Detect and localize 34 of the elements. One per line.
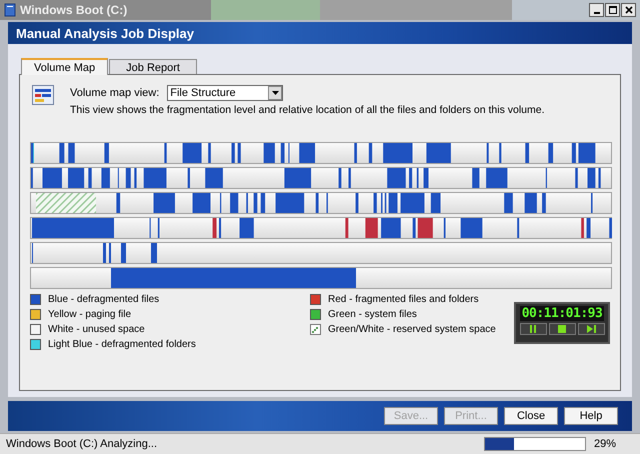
view-label: Volume map view: <box>70 87 160 99</box>
legend-label: Green/White - reserved system space <box>328 324 496 335</box>
hatched-swatch <box>310 324 321 335</box>
pause-button[interactable] <box>520 323 546 335</box>
dialog-button[interactable]: Close <box>504 407 558 425</box>
stop-icon <box>558 325 566 333</box>
window-icon <box>4 3 16 17</box>
maximize-button[interactable] <box>605 3 620 17</box>
progress-reading: 29% <box>594 438 618 450</box>
legend-label: Red - fragmented files and folders <box>328 294 479 305</box>
legend-label: Yellow - paging file <box>48 309 132 320</box>
legend-label: White - unused space <box>48 324 145 335</box>
caret-icon <box>272 91 279 95</box>
skip-button[interactable] <box>578 323 604 335</box>
status-text: Windows Boot (C:) Analyzing... <box>6 438 158 450</box>
maximize-icon <box>608 6 616 14</box>
skip-next-icon <box>586 325 596 333</box>
stop-button[interactable] <box>548 323 576 335</box>
window-title: Windows Boot (C:) <box>20 3 128 17</box>
volume-map-icon <box>32 85 54 105</box>
close-icon <box>624 6 632 14</box>
timer-display: 00:11:01:93 <box>520 306 604 321</box>
legend-label: Light Blue - defragmented folders <box>48 339 196 350</box>
legend-label: Green - system files <box>328 309 417 320</box>
view-dropdown[interactable]: File Structure <box>167 85 284 101</box>
tab[interactable]: Job Report <box>109 59 197 74</box>
close-button[interactable] <box>621 3 636 17</box>
dialog-button[interactable]: Help <box>564 407 618 425</box>
pause-icon <box>529 325 537 333</box>
tab[interactable]: Volume Map <box>21 58 108 75</box>
legend-label: Blue - defragmented files <box>48 294 160 305</box>
view-description: This view shows the fragmentation level and relative location of all the files and folders on this volume. <box>70 104 544 116</box>
minimize-button[interactable] <box>589 3 604 17</box>
header-title: Manual Analysis Job Display <box>16 26 194 40</box>
